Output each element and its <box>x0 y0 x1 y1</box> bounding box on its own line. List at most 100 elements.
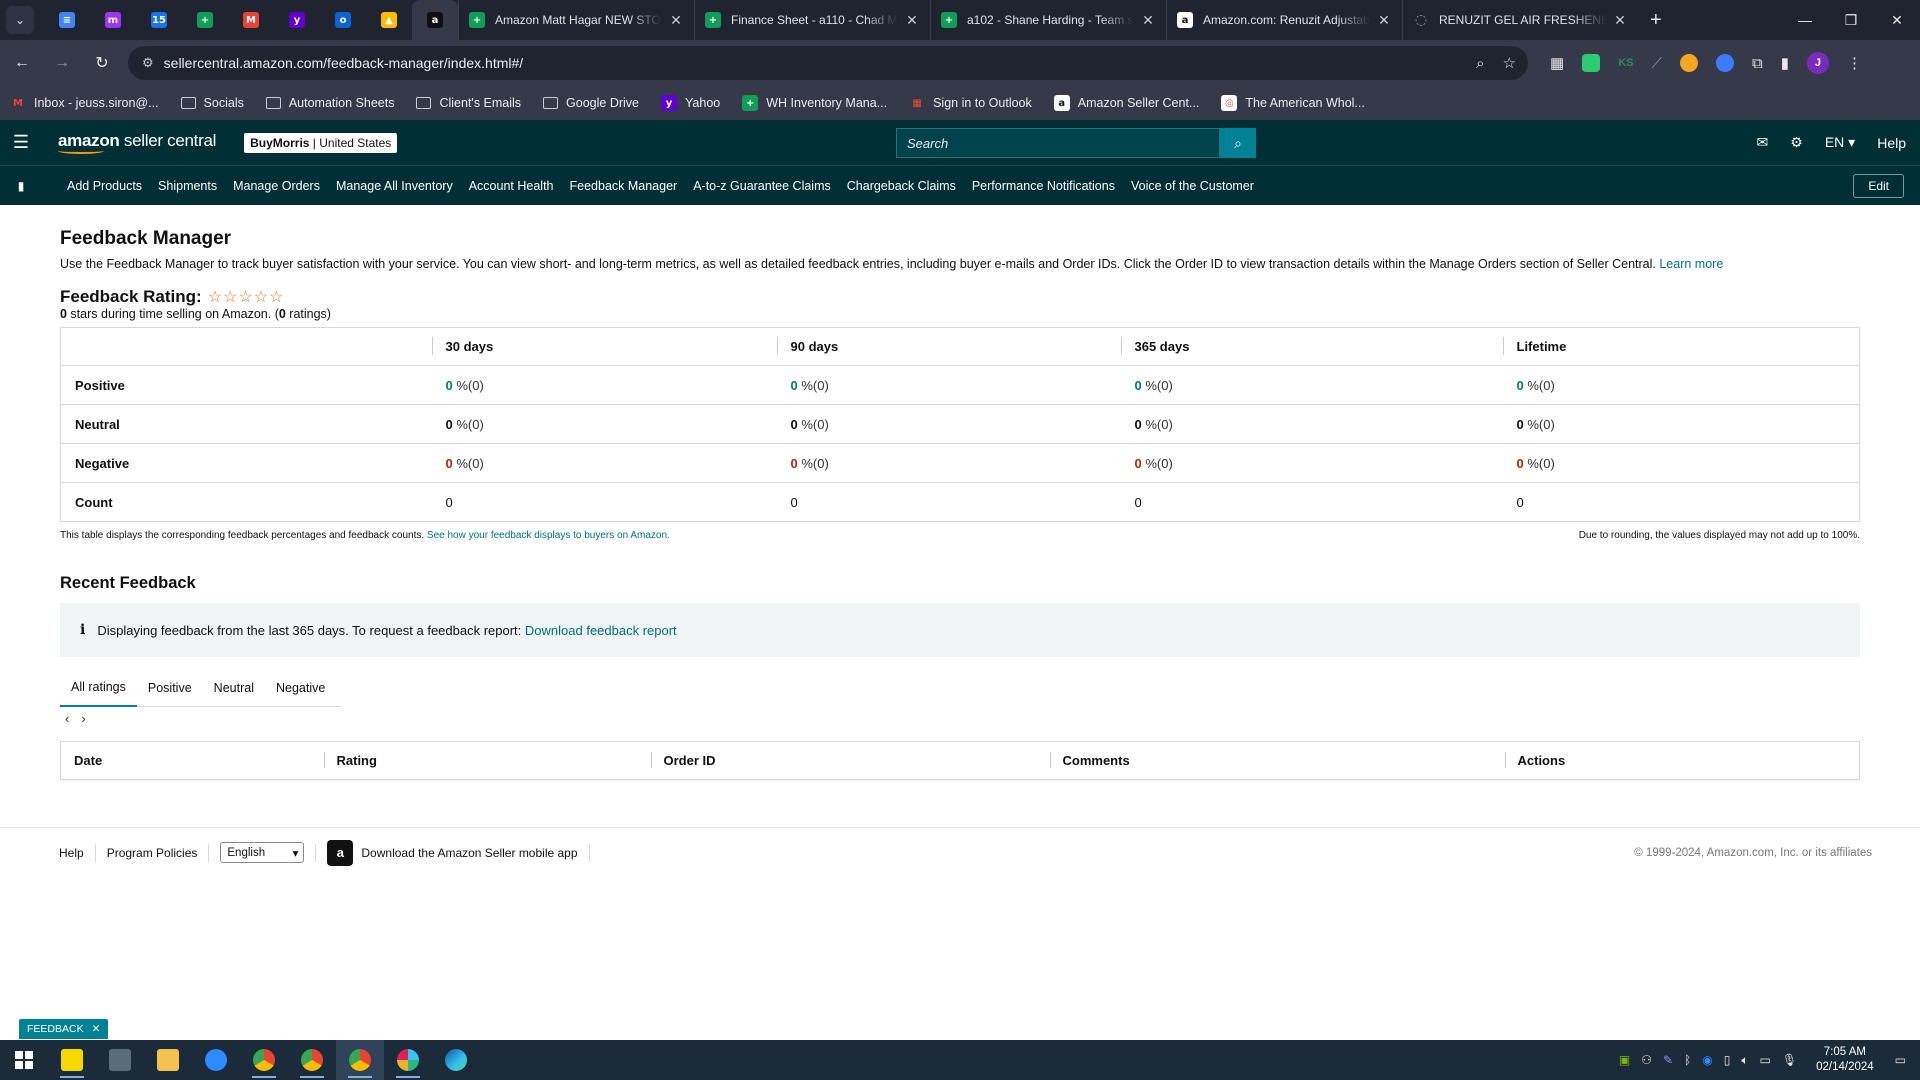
browser-tab[interactable]: + Finance Sheet - a110 - Chad Mc ✕ <box>694 0 930 40</box>
close-tab-icon[interactable]: ✕ <box>1140 12 1156 29</box>
learn-more-link[interactable]: Learn more <box>1659 257 1723 271</box>
ks-extension-icon[interactable]: KS <box>1618 57 1633 69</box>
url-field[interactable]: ⚙ sellercentral.amazon.com/feedback-mana… <box>128 46 1528 80</box>
chevron-right-icon[interactable]: › <box>81 711 85 726</box>
volume-icon[interactable]: 🔈︎ <box>1741 1053 1748 1068</box>
filter-tab-positive[interactable]: Positive <box>137 669 203 707</box>
filter-tab-all-ratings[interactable]: All ratings <box>60 669 137 707</box>
profile-avatar[interactable]: J <box>1806 52 1829 74</box>
language-selector[interactable]: EN ▾ <box>1825 134 1855 151</box>
start-button[interactable] <box>0 1040 48 1080</box>
docs-tab[interactable]: ≡ <box>44 0 90 40</box>
taskbar-clock[interactable]: 7:05 AM 02/14/2024 <box>1816 1045 1874 1075</box>
notifications-icon[interactable]: ▭ <box>1895 1053 1906 1067</box>
gmail-tab[interactable]: M <box>228 0 274 40</box>
bookmark-star-icon[interactable]: ☆ <box>1503 54 1516 72</box>
filter-tab-negative[interactable]: Negative <box>265 669 336 707</box>
hamburger-menu-icon[interactable]: ☰ <box>0 120 42 165</box>
col-date[interactable]: Date <box>61 742 324 780</box>
taskbar-chrome-1[interactable] <box>240 1040 288 1080</box>
restore-icon[interactable]: ❐ <box>1828 0 1874 40</box>
yahoo-tab[interactable]: y <box>274 0 320 40</box>
bookmark-item[interactable]: M Inbox - jeuss.siron@... <box>10 95 159 111</box>
filter-tab-neutral[interactable]: Neutral <box>203 669 265 707</box>
display-icon[interactable]: ▭ <box>1760 1053 1771 1067</box>
calendar-tab[interactable]: 15 <box>136 0 182 40</box>
search-icon[interactable]: ⌕ <box>1220 128 1256 158</box>
bookmark-item[interactable]: y Yahoo <box>661 95 720 111</box>
nav-link-feedback-manager[interactable]: Feedback Manager <box>562 179 686 193</box>
messenger-tab[interactable]: m <box>90 0 136 40</box>
bookmark-item[interactable]: Client's Emails <box>416 96 521 110</box>
taskbar-file-explorer[interactable] <box>144 1040 192 1080</box>
col-rating[interactable]: Rating <box>323 742 651 780</box>
zoom-tray-icon[interactable]: ◉ <box>1702 1053 1712 1067</box>
reload-button[interactable]: ↻ <box>84 45 120 81</box>
browser-tab[interactable]: a Amazon.com: Renuzit Adjustable ✕ <box>1166 0 1402 40</box>
side-panel-icon[interactable]: ▮ <box>1781 54 1789 72</box>
footer-app-link[interactable]: a Download the Amazon Seller mobile app <box>316 839 590 866</box>
shield-extension-icon[interactable] <box>1582 54 1601 72</box>
new-tab-button[interactable]: + <box>1650 9 1662 32</box>
taskbar-sticky-notes[interactable] <box>48 1040 96 1080</box>
nav-link-manage-orders[interactable]: Manage Orders <box>225 179 328 193</box>
footer-help-link[interactable]: Help <box>48 843 96 862</box>
feedback-chip[interactable]: FEEDBACK ✕ <box>19 1019 109 1039</box>
feedback-display-link[interactable]: See how your feedback displays to buyers… <box>427 530 670 541</box>
chevron-left-icon[interactable]: ‹ <box>65 711 69 726</box>
sheets-tab[interactable]: + <box>182 0 228 40</box>
nav-bookmark-icon[interactable]: ▮ <box>0 179 42 193</box>
close-tab-icon[interactable]: ✕ <box>1612 12 1628 29</box>
nav-link-manage-all-inventory[interactable]: Manage All Inventory <box>328 179 461 193</box>
mail-icon[interactable]: ✉ <box>1757 134 1769 151</box>
site-info-icon[interactable]: ⚙ <box>142 55 154 71</box>
close-tab-icon[interactable]: ✕ <box>904 12 920 29</box>
browser-tab[interactable]: + a102 - Shane Harding - Team sh ✕ <box>930 0 1166 40</box>
seller-central-logo[interactable]: amazon seller central <box>58 131 216 154</box>
bookmark-item[interactable]: + WH Inventory Mana... <box>742 95 887 111</box>
pen-icon[interactable]: ✎ <box>1663 1053 1673 1067</box>
close-window-icon[interactable]: ✕ <box>1874 0 1920 40</box>
nav-link-add-products[interactable]: Add Products <box>59 179 150 193</box>
zoom-icon[interactable]: ⌕ <box>1476 55 1484 72</box>
extensions-puzzle-icon[interactable]: ⧉ <box>1752 55 1763 72</box>
close-tab-icon[interactable]: ✕ <box>668 12 684 29</box>
drive-tab[interactable]: ▲ <box>366 0 412 40</box>
search-input[interactable]: Search <box>896 128 1220 158</box>
amazon-active-tab[interactable]: a <box>412 0 458 40</box>
pen-extension-icon[interactable]: ⟋ <box>1651 55 1662 72</box>
bookmark-item[interactable]: ▦ Sign in to Outlook <box>909 95 1031 111</box>
orange-extension-icon[interactable] <box>1679 54 1698 72</box>
taskbar-calculator[interactable] <box>96 1040 144 1080</box>
close-icon[interactable]: ✕ <box>92 1023 101 1035</box>
nav-link-a-to-z-guarantee-claims[interactable]: A-to-z Guarantee Claims <box>685 179 839 193</box>
settings-gear-icon[interactable]: ⚙ <box>1790 134 1803 151</box>
back-button[interactable]: ← <box>4 45 40 81</box>
footer-language-select[interactable]: English ▾ <box>220 842 305 863</box>
account-switcher[interactable]: BuyMorris | United States <box>244 132 398 153</box>
nav-link-account-health[interactable]: Account Health <box>461 179 562 193</box>
bookmark-item[interactable]: Google Drive <box>543 96 639 110</box>
bluetooth-icon[interactable]: ᛒ <box>1684 1053 1691 1067</box>
browser-tab[interactable]: ◌ RENUZIT GEL AIR FRESHENER- ✕ <box>1402 0 1638 40</box>
browser-menu-icon[interactable]: ⋮ <box>1847 54 1862 72</box>
blue-extension-icon[interactable] <box>1715 54 1734 72</box>
edit-nav-button[interactable]: Edit <box>1853 174 1904 198</box>
col-order-id[interactable]: Order ID <box>650 742 1050 780</box>
bookmark-item[interactable]: ◎ The American Whol... <box>1221 95 1365 111</box>
taskbar-chrome-2[interactable] <box>288 1040 336 1080</box>
outlook-tab[interactable]: o <box>320 0 366 40</box>
nav-link-voice-of-the-customer[interactable]: Voice of the Customer <box>1123 179 1262 193</box>
tab-search-button[interactable]: ⌄ <box>6 6 34 34</box>
bookmark-item[interactable]: a Amazon Seller Cent... <box>1053 95 1199 111</box>
nav-link-chargeback-claims[interactable]: Chargeback Claims <box>839 179 964 193</box>
forward-button[interactable]: → <box>44 45 80 81</box>
download-feedback-report-link[interactable]: Download feedback report <box>525 623 677 638</box>
qr-extension-icon[interactable]: ▦ <box>1550 54 1564 72</box>
taskbar-chrome-3[interactable] <box>336 1040 384 1080</box>
nav-link-performance-notifications[interactable]: Performance Notifications <box>964 179 1123 193</box>
nav-link-shipments[interactable]: Shipments <box>150 179 225 193</box>
minimize-icon[interactable]: — <box>1782 0 1828 40</box>
bookmark-item[interactable]: Socials <box>180 96 244 110</box>
taskbar-edge[interactable] <box>432 1040 480 1080</box>
